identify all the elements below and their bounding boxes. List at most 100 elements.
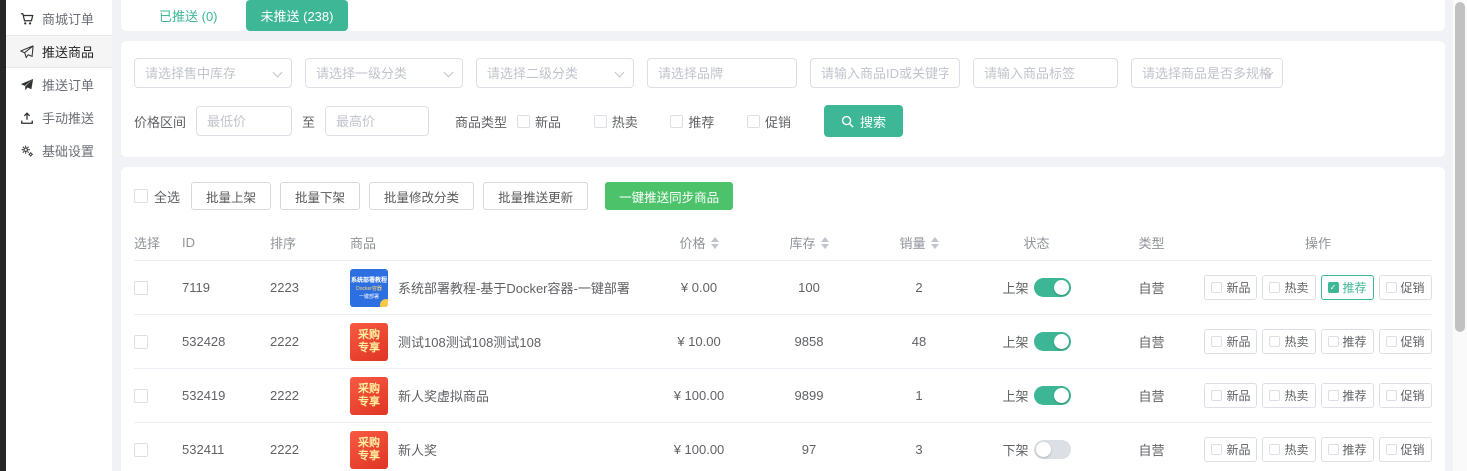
tag-chip[interactable]: ✓ 新品: [1204, 383, 1257, 408]
thumb-text: 系统部署教程: [351, 275, 387, 284]
table-header-cell: 类型: [1099, 233, 1204, 252]
select-all-checkbox[interactable]: 全选: [134, 187, 180, 206]
batch-action-button[interactable]: 批量上架: [191, 182, 271, 210]
sort-carets-icon[interactable]: [931, 237, 939, 249]
tag-chip-label: 新品: [1226, 441, 1250, 458]
tag-chip[interactable]: ✓ 热卖: [1262, 437, 1315, 462]
batch-action-button[interactable]: 批量下架: [280, 182, 360, 210]
tag-chip[interactable]: ✓ 新品: [1204, 275, 1257, 300]
row-price: ¥ 0.00: [644, 280, 754, 295]
row-select-cell: [134, 335, 182, 349]
row-type: 自营: [1099, 440, 1204, 459]
tag-chip[interactable]: ✓ 推荐: [1321, 329, 1374, 354]
status-toggle[interactable]: [1034, 440, 1071, 459]
tag-chip[interactable]: ✓ 热卖: [1262, 383, 1315, 408]
sidebar-item-basic-settings[interactable]: 基础设置: [6, 134, 112, 167]
sort-asc-icon: [711, 237, 719, 242]
status-toggle[interactable]: [1034, 386, 1071, 405]
product-title: 新人奖虚拟商品: [398, 386, 489, 405]
scrollbar-thumb[interactable]: [1455, 2, 1465, 332]
sidebar-item-manual-push[interactable]: 手动推送: [6, 101, 112, 134]
sort-carets-icon[interactable]: [821, 237, 829, 249]
vertical-scrollbar[interactable]: [1453, 0, 1467, 471]
tag-chip[interactable]: ✓ 促销: [1379, 383, 1432, 408]
row-sort: 2222: [270, 442, 350, 457]
filter-input[interactable]: [1131, 58, 1283, 88]
type-checkbox-label: 促销: [765, 112, 791, 131]
filter-control[interactable]: [810, 58, 960, 88]
type-checkbox-label: 新品: [535, 112, 561, 131]
tag-chip[interactable]: ✓ 推荐: [1321, 383, 1374, 408]
tag-chip[interactable]: ✓ 推荐: [1321, 275, 1374, 300]
type-checkbox[interactable]: 促销: [747, 112, 791, 131]
tag-chip[interactable]: ✓ 促销: [1379, 275, 1432, 300]
tab-unpushed[interactable]: 未推送 (238): [246, 0, 349, 31]
table-row: 532419 2222 采购 专享 新人奖虚拟商品 ¥ 100.00 9899: [134, 369, 1432, 423]
table-header-label: 操作: [1305, 233, 1331, 252]
sidebar-item-push-orders[interactable]: 推送订单: [6, 68, 112, 101]
checkbox-icon: ✓: [1386, 336, 1397, 347]
tag-chip[interactable]: ✓ 热卖: [1262, 275, 1315, 300]
row-checkbox[interactable]: [134, 335, 148, 349]
filter-input[interactable]: [476, 58, 634, 88]
filter-control[interactable]: [476, 58, 634, 88]
sidebar-item-mall-orders[interactable]: 商城订单: [6, 2, 112, 35]
row-checkbox[interactable]: [134, 281, 148, 295]
filter-input[interactable]: [305, 58, 463, 88]
table-header-label: 类型: [1138, 233, 1164, 252]
sync-push-button[interactable]: 一键推送同步商品: [605, 182, 733, 210]
row-checkbox[interactable]: [134, 389, 148, 403]
product-table-panel: 全选 批量上架 批量下架 批量修改分类 批量推送更新 一键推送同步商品: [121, 167, 1445, 471]
tag-chip[interactable]: ✓ 热卖: [1262, 329, 1315, 354]
row-checkbox[interactable]: [134, 443, 148, 457]
filter-input[interactable]: [134, 58, 292, 88]
sidebar-item-label: 手动推送: [42, 108, 94, 127]
checkbox-icon: ✓: [1386, 390, 1397, 401]
filter-control[interactable]: [134, 58, 292, 88]
table-header-label: 价格: [679, 233, 705, 252]
tag-chip-label: 推荐: [1343, 387, 1367, 404]
type-checkbox[interactable]: 热卖: [594, 112, 638, 131]
tag-chip[interactable]: ✓ 促销: [1379, 329, 1432, 354]
type-checkbox[interactable]: 推荐: [670, 112, 714, 131]
filter-control[interactable]: [305, 58, 463, 88]
sidebar-item-push-products[interactable]: 推送商品: [6, 35, 112, 68]
filter-input[interactable]: [973, 58, 1118, 88]
filter-control[interactable]: [1131, 58, 1283, 88]
status-toggle[interactable]: [1034, 278, 1071, 297]
batch-toolbar: 全选 批量上架 批量下架 批量修改分类 批量推送更新 一键推送同步商品: [134, 182, 1432, 210]
tab-pushed[interactable]: 已推送 (0): [159, 6, 218, 25]
status-toggle[interactable]: [1034, 332, 1071, 351]
checkbox-icon: ✓: [1269, 282, 1280, 293]
row-sales: 1: [864, 388, 974, 403]
batch-action-button[interactable]: 批量推送更新: [483, 182, 588, 210]
filter-control[interactable]: [647, 58, 797, 88]
table-header-label: 库存: [789, 233, 815, 252]
filter-input[interactable]: [810, 58, 960, 88]
row-stock: 9858: [754, 334, 864, 349]
type-checkbox[interactable]: 新品: [517, 112, 561, 131]
row-status-cell: 上架: [974, 332, 1099, 351]
tag-chip[interactable]: ✓ 新品: [1204, 437, 1257, 462]
row-price: ¥ 100.00: [644, 388, 754, 403]
min-price-input[interactable]: [196, 106, 292, 136]
thumb-text: 专享: [358, 342, 380, 355]
tag-chip-label: 新品: [1226, 387, 1250, 404]
row-stock: 100: [754, 280, 864, 295]
batch-action-button[interactable]: 批量修改分类: [369, 182, 474, 210]
filter-input[interactable]: [647, 58, 797, 88]
filter-panel: 价格区间 至 商品类型 新品 热卖: [121, 41, 1445, 157]
row-price: ¥ 10.00: [644, 334, 754, 349]
max-price-input[interactable]: [325, 106, 429, 136]
search-button[interactable]: 搜索: [824, 105, 903, 137]
row-stock: 97: [754, 442, 864, 457]
row-sort: 2222: [270, 334, 350, 349]
product-cell: 采购 专享 测试108测试108测试108: [350, 323, 644, 361]
tag-chip-label: 热卖: [1284, 387, 1308, 404]
row-sales: 3: [864, 442, 974, 457]
tag-chip[interactable]: ✓ 促销: [1379, 437, 1432, 462]
tag-chip[interactable]: ✓ 新品: [1204, 329, 1257, 354]
filter-control[interactable]: [973, 58, 1118, 88]
sort-carets-icon[interactable]: [711, 237, 719, 249]
tag-chip[interactable]: ✓ 推荐: [1321, 437, 1374, 462]
